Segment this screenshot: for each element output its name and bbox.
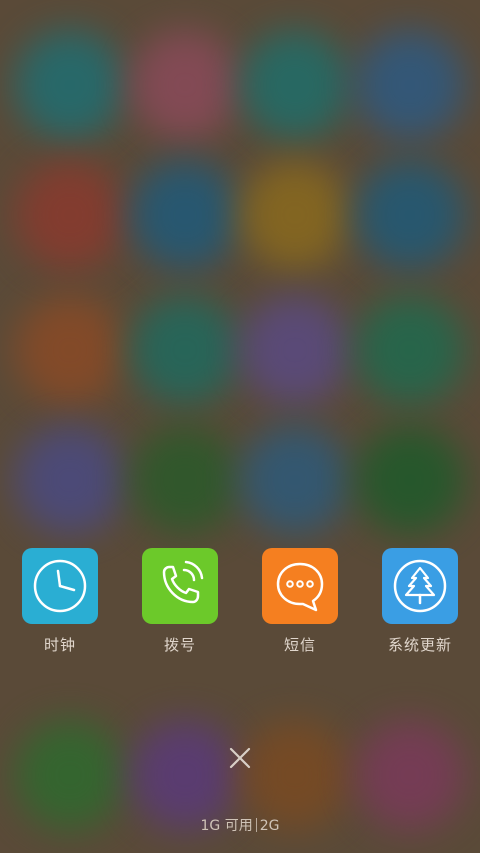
- blurred-app-icon: [240, 160, 350, 270]
- blurred-app-icon: [355, 30, 465, 140]
- recent-app-messages[interactable]: 短信: [240, 548, 360, 668]
- app-label: 系统更新: [387, 636, 452, 654]
- blurred-app-icon: [355, 720, 465, 830]
- blurred-app-icon: [130, 30, 240, 140]
- blurred-app-icon: [240, 295, 350, 405]
- clock-icon: [22, 548, 98, 624]
- memory-status: 1G 可用 2G: [0, 815, 480, 835]
- recent-app-clock[interactable]: 时钟: [0, 548, 120, 668]
- recent-apps-row: 时钟 拨号 短信 系统更新: [0, 548, 480, 668]
- memory-available: 1G 可用: [200, 818, 253, 834]
- blurred-app-icon: [130, 295, 240, 405]
- blurred-app-icon: [240, 425, 350, 535]
- blurred-app-icon: [15, 295, 125, 405]
- recent-app-system-update[interactable]: 系统更新: [360, 548, 480, 668]
- tree-update-icon: [382, 548, 458, 624]
- app-label: 短信: [283, 636, 316, 654]
- blurred-app-icon: [130, 160, 240, 270]
- app-label: 时钟: [43, 636, 76, 654]
- blurred-home-background: [0, 0, 480, 853]
- close-icon: [229, 747, 251, 769]
- blurred-app-icon: [15, 425, 125, 535]
- blurred-app-icon: [130, 425, 240, 535]
- blurred-app-icon: [355, 160, 465, 270]
- blurred-app-icon: [355, 425, 465, 535]
- blurred-app-icon: [240, 30, 350, 140]
- memory-separator: [255, 818, 257, 832]
- blurred-app-icon: [15, 720, 125, 830]
- message-icon: [262, 548, 338, 624]
- blurred-app-icon: [355, 295, 465, 405]
- blurred-app-icon: [15, 160, 125, 270]
- app-label: 拨号: [163, 636, 196, 654]
- blurred-app-icon: [15, 30, 125, 140]
- phone-icon: [142, 548, 218, 624]
- clear-recent-apps-button[interactable]: [220, 738, 260, 778]
- recent-app-dialer[interactable]: 拨号: [120, 548, 240, 668]
- memory-total: 2G: [259, 818, 280, 834]
